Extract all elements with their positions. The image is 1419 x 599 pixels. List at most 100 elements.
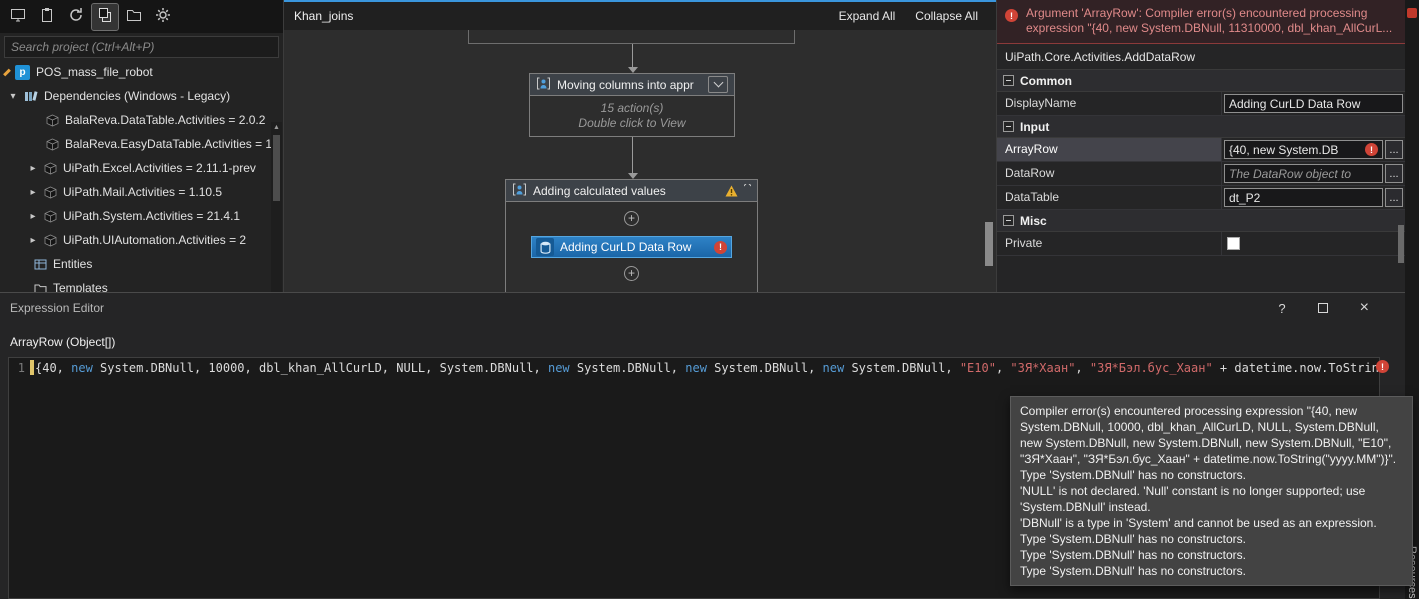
- folder-icon: [34, 282, 47, 292]
- expand-all-button[interactable]: Expand All: [839, 9, 896, 23]
- section-misc[interactable]: Misc: [997, 210, 1405, 232]
- open-main-workflow-button[interactable]: [5, 4, 31, 30]
- property-name[interactable]: Private: [997, 232, 1222, 255]
- flow-connector: [632, 137, 633, 173]
- copy-pages-icon: [97, 7, 113, 26]
- tooltip-line: Compiler error(s) encountered processing…: [1020, 404, 1397, 466]
- datatable-ellipsis-button[interactable]: ...: [1385, 188, 1403, 207]
- refresh-button[interactable]: [63, 4, 89, 30]
- activity-adding-curld-data-row[interactable]: Adding CurLD Data Row: [531, 236, 732, 258]
- chevron-right-icon[interactable]: [28, 163, 38, 174]
- property-value: dt_P2: [1229, 190, 1261, 205]
- property-value: {40, new System.DB: [1229, 142, 1339, 157]
- property-value: Adding CurLD Data Row: [1229, 96, 1361, 111]
- error-banner-text: Argument 'ArrayRow': Compiler error(s) e…: [1026, 6, 1393, 35]
- code-token: new: [547, 360, 570, 375]
- package-icon: [44, 162, 57, 175]
- tree-item-package[interactable]: UiPath.Mail.Activities = 1.10.5: [0, 180, 283, 204]
- collapse-section-icon[interactable]: [1003, 75, 1014, 86]
- tree-item-project-root[interactable]: p POS_mass_file_robot: [0, 60, 283, 84]
- section-common[interactable]: Common: [997, 70, 1405, 92]
- code-token: new: [822, 360, 845, 375]
- tree-item-label: UiPath.System.Activities = 21.4.1: [63, 209, 241, 223]
- entities-icon: [34, 258, 47, 271]
- arrayrow-ellipsis-button[interactable]: ...: [1385, 140, 1403, 159]
- datarow-ellipsis-button[interactable]: ...: [1385, 164, 1403, 183]
- expand-button[interactable]: [708, 76, 728, 93]
- tooltip-line: Type 'System.DBNull' has no constructors…: [1020, 468, 1247, 482]
- datatable-expression-input[interactable]: dt_P2: [1224, 188, 1383, 207]
- uipath-logo-icon: p: [15, 64, 30, 80]
- tooltip-line: 'DBNull' is a type in 'System' and canno…: [1020, 516, 1377, 530]
- tab-khan-joins[interactable]: Khan_joins: [294, 9, 353, 23]
- section-input[interactable]: Input: [997, 116, 1405, 138]
- tree-item-templates[interactable]: Templates: [0, 276, 283, 292]
- panel-title: Expression Editor: [10, 301, 105, 315]
- code-token: "ЗЯ*Хаан": [1010, 360, 1076, 375]
- clipped-activity-box[interactable]: [468, 30, 795, 44]
- tree-item-package[interactable]: BalaReva.DataTable.Activities = 2.0.2: [0, 108, 283, 132]
- code-token: ,: [995, 360, 1011, 375]
- activity-adding-calculated-values[interactable]: Adding calculated values Adding CurLD Da…: [505, 179, 758, 292]
- tree-item-label: Entities: [53, 257, 93, 271]
- project-settings-button[interactable]: [34, 4, 60, 30]
- show-all-files-button[interactable]: [91, 2, 119, 31]
- project-tree-scrollbar[interactable]: [271, 122, 282, 292]
- tooltip-line: Type 'System.DBNull' has no constructors…: [1020, 564, 1247, 578]
- datarow-expression-input[interactable]: The DataRow object to: [1224, 164, 1383, 183]
- property-name[interactable]: DataTable: [997, 186, 1222, 209]
- expression-param-label: ArrayRow (Object[]): [10, 335, 116, 349]
- tooltip-line: 'NULL' is not declared. 'Null' constant …: [1020, 484, 1366, 514]
- tree-item-package[interactable]: UiPath.Excel.Activities = 2.11.1-prev: [0, 156, 283, 180]
- canvas-scrollbar-thumb[interactable]: [985, 222, 993, 266]
- tooltip-line: Type 'System.DBNull' has no constructors…: [1020, 532, 1247, 546]
- search-input[interactable]: [4, 36, 279, 58]
- chevron-right-icon[interactable]: [28, 187, 38, 198]
- scroll-up-icon[interactable]: [271, 122, 282, 133]
- property-row-private: Private: [997, 232, 1405, 256]
- tree-item-package[interactable]: BalaReva.EasyDataTable.Activities = 1: [0, 132, 283, 156]
- sequence-icon: [512, 183, 527, 199]
- canvas-body[interactable]: Moving columns into appr 15 action(s) Do…: [284, 30, 996, 292]
- tree-item-label: BalaReva.DataTable.Activities = 2.0.2: [65, 113, 266, 127]
- code-token: "E10": [959, 360, 996, 375]
- chevron-down-icon[interactable]: [8, 91, 18, 102]
- add-activity-button[interactable]: [624, 211, 639, 226]
- file-explorer-button[interactable]: [121, 4, 147, 30]
- notification-icon[interactable]: [1407, 8, 1417, 18]
- activity-moving-columns[interactable]: Moving columns into appr 15 action(s) Do…: [529, 73, 735, 137]
- add-activity-button[interactable]: [624, 266, 639, 281]
- tree-item-entities[interactable]: Entities: [0, 252, 283, 276]
- tree-item-package[interactable]: UiPath.System.Activities = 21.4.1: [0, 204, 283, 228]
- chevron-right-icon[interactable]: [28, 235, 38, 246]
- error-badge-icon: [1365, 143, 1378, 156]
- property-placeholder: The DataRow object to: [1229, 166, 1352, 181]
- properties-scrollbar-thumb[interactable]: [1398, 225, 1404, 263]
- chevron-up-icon: [744, 183, 751, 191]
- property-name[interactable]: ArrayRow: [997, 138, 1222, 161]
- error-badge-icon: [1376, 360, 1389, 373]
- collapse-section-icon[interactable]: [1003, 215, 1014, 226]
- tree-item-package[interactable]: UiPath.UIAutomation.Activities = 2: [0, 228, 283, 252]
- help-icon[interactable]: ?: [1278, 301, 1285, 316]
- private-checkbox[interactable]: [1227, 237, 1240, 250]
- maximize-icon[interactable]: [1317, 303, 1328, 313]
- chevron-right-icon[interactable]: [28, 211, 38, 222]
- property-name[interactable]: DataRow: [997, 162, 1222, 185]
- settings-button[interactable]: [150, 4, 176, 30]
- collapse-button[interactable]: [744, 183, 751, 198]
- close-icon[interactable]: ×: [1360, 299, 1369, 317]
- error-icon: [1005, 9, 1018, 22]
- tree-item-label: Templates: [53, 281, 108, 292]
- scrollbar-thumb[interactable]: [273, 135, 280, 201]
- displayname-input[interactable]: Adding CurLD Data Row: [1224, 94, 1403, 113]
- collapse-all-button[interactable]: Collapse All: [915, 9, 978, 23]
- tree-item-dependencies[interactable]: Dependencies (Windows - Legacy): [0, 84, 283, 108]
- pencil-icon: [3, 68, 11, 76]
- collapsed-summary[interactable]: 15 action(s) Double click to View: [529, 96, 735, 137]
- code-token: System.DBNull,: [569, 360, 686, 375]
- sequence-icon: [536, 77, 551, 93]
- tooltip-line: Type 'System.DBNull' has no constructors…: [1020, 548, 1247, 562]
- collapse-section-icon[interactable]: [1003, 121, 1014, 132]
- arrayrow-expression-input[interactable]: {40, new System.DB: [1224, 140, 1383, 159]
